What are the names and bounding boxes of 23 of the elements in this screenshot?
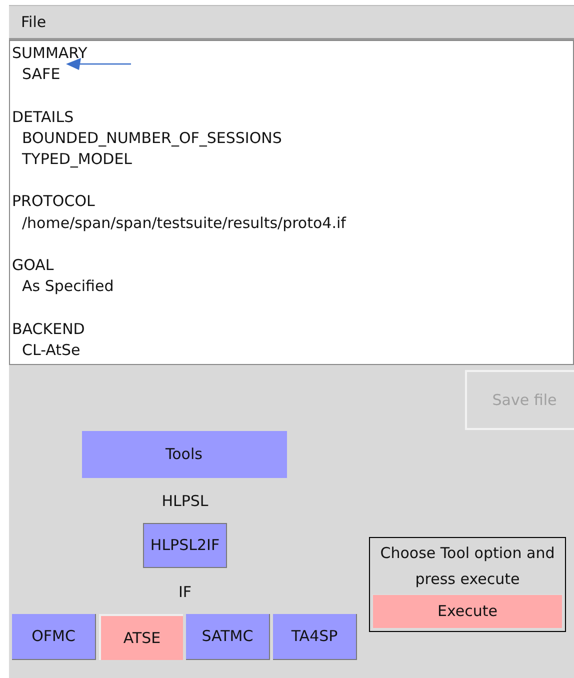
execute-button[interactable]: Execute — [372, 594, 563, 629]
report-heading: DETAILS — [12, 106, 74, 128]
translator-button[interactable]: HLPSL2IF — [143, 522, 227, 568]
report-heading: SUMMARY — [12, 43, 88, 64]
backend-button[interactable]: TA4SP — [273, 614, 357, 660]
backend-button[interactable]: SATMC — [186, 614, 270, 660]
arrow — [66, 57, 132, 71]
report-line: /home/span/span/testsuite/results/proto4.if — [22, 212, 346, 234]
report-heading: BACKEND — [12, 318, 85, 340]
report-line: BOUNDED_NUMBER_OF_SESSIONS — [22, 128, 282, 149]
backend-button[interactable]: OFMC — [12, 614, 96, 660]
report-line: As Specified — [22, 276, 114, 298]
report-heading: GOAL — [12, 255, 54, 276]
hint-text: Choose Tool option and press execute — [379, 543, 556, 590]
report-heading: PROTOCOL — [12, 191, 95, 212]
language-label: HLPSL — [162, 491, 208, 512]
report-line: TYPED_MODEL — [22, 149, 132, 170]
language-label: IF — [178, 582, 192, 602]
report-line: SAFE — [22, 64, 60, 86]
tools-button[interactable]: Tools — [82, 431, 286, 478]
backend-button[interactable]: ATSE — [99, 614, 183, 660]
menu-item[interactable]: File — [17, 10, 50, 34]
report-line: CL-AtSe — [22, 340, 80, 361]
